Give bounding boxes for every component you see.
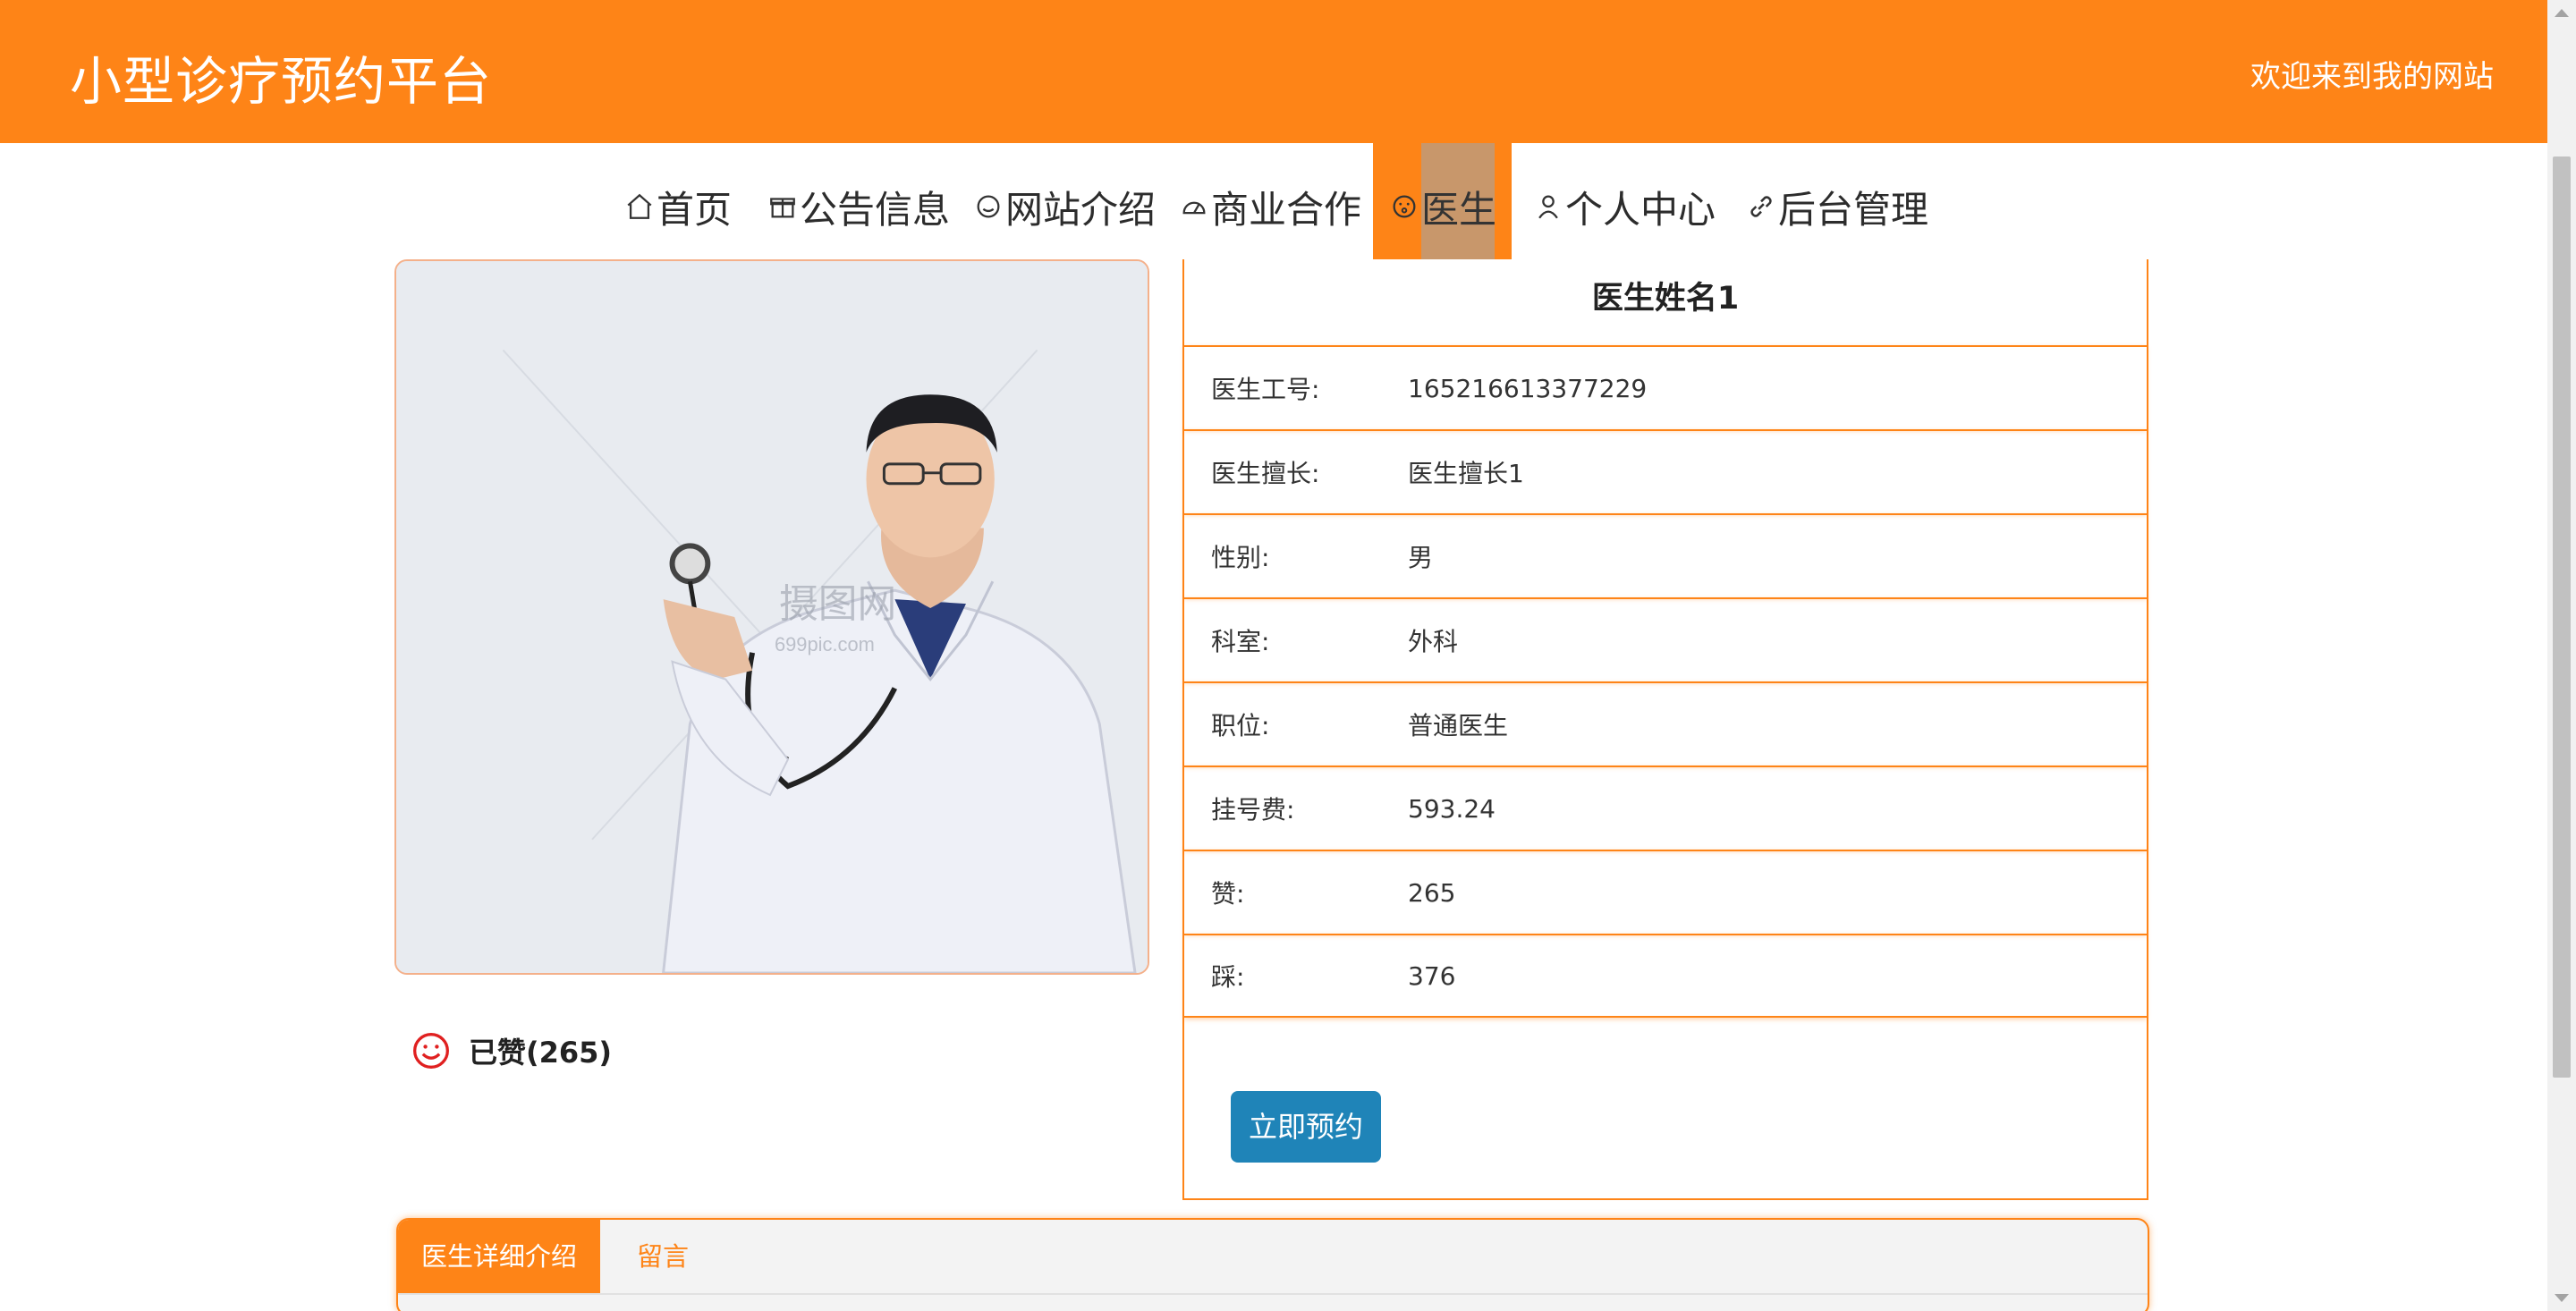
info-row-id: 医生工号: 165216613377229 [1184,345,2147,429]
tabs-divider [398,1293,2148,1295]
field-value: 376 [1408,960,1456,991]
smile-icon [973,191,1004,222]
header-bar: 小型诊疗预约平台 欢迎来到我的网站 [0,0,2547,143]
nav-item-business[interactable]: 商业合作 [1179,143,1361,270]
nav-item-doctor[interactable]: 医生 [1373,143,1512,270]
scroll-down-icon[interactable] [2555,1294,2569,1302]
site-title[interactable]: 小型诊疗预约平台 [70,39,492,114]
nav-item-label: 商业合作 [1211,187,1362,232]
nav-item-home[interactable]: 首页 [624,143,732,270]
info-row-department: 科室: 外科 [1184,597,2147,681]
like-count: 已赞(265) [469,1036,613,1070]
like-status[interactable]: 已赞(265) [411,1030,612,1071]
field-value: 男 [1408,543,1434,572]
nav-item-label: 医生 [1421,187,1497,232]
nav-item-notices[interactable]: 公告信息 [767,143,950,270]
nav-item-about[interactable]: 网站介绍 [973,143,1156,270]
nav-item-label: 首页 [657,187,733,232]
scroll-thumb[interactable] [2553,156,2571,1078]
info-row-fee: 挂号费: 593.24 [1184,765,2147,850]
nav-item-admin[interactable]: 后台管理 [1746,143,1928,270]
person-icon [1533,191,1563,222]
nav-item-label: 网站介绍 [1005,187,1157,232]
info-row-position: 职位: 普通医生 [1184,681,2147,765]
gift-icon [767,191,798,222]
field-label: 踩: [1211,962,1245,992]
field-value: 医生擅长1 [1408,459,1524,488]
watermark-url: 699pic.com [775,633,875,656]
doctor-photo: 摄图网 699pic.com [394,259,1149,975]
smile-like-icon [411,1031,451,1070]
field-label: 挂号费: [1211,795,1295,825]
field-label: 赞: [1211,879,1245,909]
field-label: 职位: [1211,711,1270,740]
doctor-name: 医生姓名1 [1591,281,1740,317]
doctor-info-panel: 医生姓名1 医生工号: 165216613377229 医生擅长: 医生擅长1 … [1182,259,2148,1200]
info-row-specialty: 医生擅长: 医生擅长1 [1184,429,2147,513]
nav-item-profile[interactable]: 个人中心 [1533,143,1716,270]
nav-item-label: 公告信息 [800,187,951,232]
home-icon [624,191,655,222]
link-icon [1746,191,1776,222]
page-scrollbar[interactable] [2547,0,2576,1311]
detail-tabs: 医生详细介绍 留言 [396,1218,2149,1311]
field-value: 普通医生 [1408,711,1509,740]
scroll-up-icon[interactable] [2555,9,2569,17]
info-row-gender: 性别: 男 [1184,513,2147,597]
tab-messages[interactable]: 留言 [600,1220,725,1293]
field-label: 性别: [1211,543,1270,572]
field-label: 医生工号: [1211,375,1320,404]
field-label: 医生擅长: [1211,459,1320,488]
field-label: 科室: [1211,627,1270,656]
face-icon [1389,191,1419,222]
tab-doctor-details[interactable]: 医生详细介绍 [398,1220,600,1293]
info-row-dislikes: 踩: 376 [1184,934,2147,1018]
gauge-icon [1179,191,1209,222]
field-value: 265 [1408,877,1456,908]
info-rows: 医生工号: 165216613377229 医生擅长: 医生擅长1 性别: 男 … [1184,345,2147,1018]
welcome-text: 欢迎来到我的网站 [2250,59,2494,95]
book-now-button[interactable]: 立即预约 [1231,1091,1381,1163]
nav-item-label: 个人中心 [1565,187,1716,232]
field-value: 593.24 [1408,793,1496,824]
main-nav: 首页 公告信息 网站介绍 商业合作 医生 个人中心 后台管理 [0,143,2547,270]
info-row-likes: 赞: 265 [1184,850,2147,934]
field-value: 165216613377229 [1408,373,1648,403]
watermark-text: 摄图网 [779,582,896,626]
nav-item-label: 后台管理 [1778,187,1929,232]
field-value: 外科 [1408,627,1459,656]
